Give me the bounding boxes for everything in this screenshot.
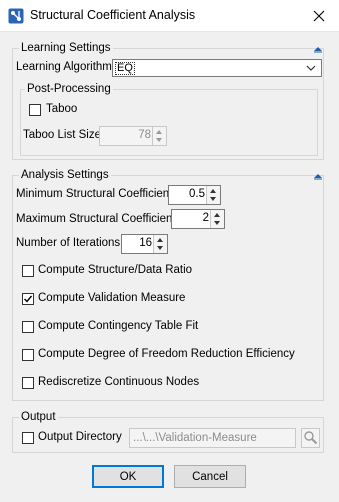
dof-reduction-efficiency-checkbox[interactable] <box>22 349 34 361</box>
max-coefficient-value: 2 <box>202 212 209 224</box>
max-coefficient-spinner[interactable]: 2 <box>171 209 225 229</box>
app-icon <box>8 8 24 24</box>
min-coefficient-label: Minimum Structural Coefficient <box>16 188 173 200</box>
post-processing-group: Post-Processing Taboo Taboo List Size 78 <box>20 82 318 156</box>
output-title: Output <box>19 410 58 424</box>
structure-data-ratio-checkbox[interactable] <box>22 265 34 277</box>
min-coefficient-value: 0.5 <box>189 188 205 200</box>
dof-reduction-efficiency-label: Compute Degree of Freedom Reduction Effi… <box>38 348 295 360</box>
checkmark-icon <box>24 295 33 303</box>
rediscretize-nodes-checkbox[interactable] <box>22 377 34 389</box>
collapse-icon[interactable] <box>313 172 323 180</box>
ok-button-label: OK <box>119 470 137 483</box>
taboo-list-size-label: Taboo List Size <box>23 129 101 141</box>
analysis-settings-group: Analysis Settings Minimum Structural Coe… <box>12 168 324 401</box>
analysis-settings-title: Analysis Settings <box>19 168 111 182</box>
cancel-button[interactable]: Cancel <box>174 465 246 488</box>
validation-measure-checkbox[interactable] <box>22 293 34 305</box>
learning-settings-group: Learning Settings Learning Algorithm EQ … <box>12 41 324 160</box>
output-group: Output Output Directory ...\...\Validati… <box>12 410 324 453</box>
window-title: Structural Coefficient Analysis <box>30 8 196 22</box>
collapse-icon[interactable] <box>313 45 323 53</box>
learning-algorithm-label: Learning Algorithm <box>16 61 112 73</box>
output-directory-value: ...\...\Validation-Measure <box>133 432 257 444</box>
close-icon <box>313 10 325 21</box>
spinner-arrows-icon[interactable] <box>152 127 166 145</box>
cancel-button-label: Cancel <box>192 470 228 483</box>
output-directory-field[interactable]: ...\...\Validation-Measure <box>129 428 296 448</box>
post-processing-title: Post-Processing <box>25 82 113 96</box>
iterations-label: Number of Iterations <box>16 237 121 249</box>
taboo-checkbox[interactable] <box>29 104 41 116</box>
taboo-label: Taboo <box>46 103 78 115</box>
chevron-down-icon <box>306 65 316 71</box>
contingency-table-fit-label: Compute Contingency Table Fit <box>38 320 199 332</box>
iterations-value: 16 <box>139 237 152 249</box>
magnifier-icon <box>304 431 318 445</box>
iterations-spinner[interactable]: 16 <box>121 234 168 254</box>
spinner-arrows-icon[interactable] <box>210 210 224 228</box>
close-button[interactable] <box>299 0 339 31</box>
taboo-list-size-spinner[interactable]: 78 <box>99 126 167 146</box>
learning-algorithm-value: EQ <box>115 62 135 75</box>
taboo-list-size-value: 78 <box>138 129 151 141</box>
spinner-arrows-icon[interactable] <box>206 186 220 204</box>
title-bar: Structural Coefficient Analysis <box>0 0 339 32</box>
ok-button[interactable]: OK <box>92 465 164 488</box>
rediscretize-nodes-label: Rediscretize Continuous Nodes <box>38 376 200 388</box>
min-coefficient-spinner[interactable]: 0.5 <box>168 185 221 205</box>
learning-algorithm-select[interactable]: EQ <box>112 59 322 77</box>
validation-measure-label: Compute Validation Measure <box>38 292 186 304</box>
spinner-arrows-icon[interactable] <box>153 235 167 253</box>
browse-button[interactable] <box>301 428 320 448</box>
structure-data-ratio-label: Compute Structure/Data Ratio <box>38 264 193 276</box>
output-directory-label: Output Directory <box>38 431 122 443</box>
contingency-table-fit-checkbox[interactable] <box>22 321 34 333</box>
output-directory-checkbox[interactable] <box>22 432 34 444</box>
learning-settings-title: Learning Settings <box>19 41 113 55</box>
max-coefficient-label: Maximum Structural Coefficient <box>16 213 176 225</box>
